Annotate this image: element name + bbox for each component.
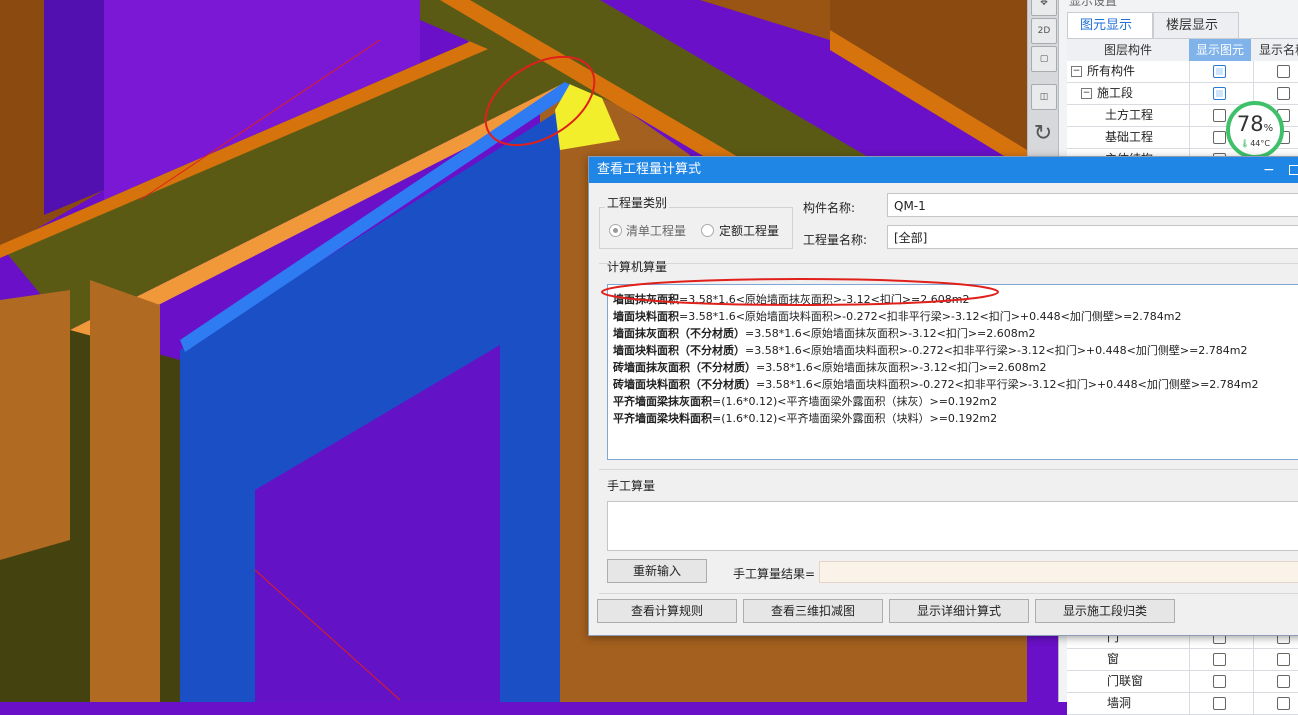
radio-quota-quantity[interactable] <box>701 224 714 237</box>
quantity-name-label: 工程量名称: <box>803 233 868 247</box>
cube-front-icon[interactable]: ▢ <box>1031 46 1057 72</box>
row-label: 所有构件 <box>1087 64 1136 78</box>
collapse-icon[interactable]: − <box>1071 66 1082 77</box>
table-row: 墙洞 <box>1067 693 1298 715</box>
panel-title: 显示设置 <box>1069 0 1118 8</box>
brown-post-mid <box>90 280 160 702</box>
manual-calc-label: 手工算量 <box>607 479 656 493</box>
show-name-checkbox[interactable] <box>1277 87 1290 100</box>
gauge-temperature: 🌡44°C <box>1240 139 1270 148</box>
computer-calc-label: 计算机算量 <box>607 260 668 274</box>
show-element-checkbox[interactable] <box>1213 653 1226 666</box>
col-show-name[interactable]: 显示名称 <box>1253 39 1298 61</box>
layer-table-header: 图层构件 显示图元 显示名称 <box>1067 39 1298 62</box>
row-label: 土方工程 <box>1105 108 1154 122</box>
table-row: − 所有构件 <box>1067 61 1298 83</box>
manual-result-field[interactable] <box>819 561 1298 583</box>
formula-line: 砖墙面块料面积（不分材质）=3.58*1.6<原始墙面块料面积>-0.272<扣… <box>613 378 1259 391</box>
radio-bill-quantity[interactable] <box>609 224 622 237</box>
minimize-icon[interactable]: − <box>1263 157 1279 183</box>
formula-line: 墙面抹灰面积（不分材质）=3.58*1.6<原始墙面抹灰面积>-3.12<扣门>… <box>613 327 1036 340</box>
formula-line: 平齐墙面梁抹灰面积=(1.6*0.12)<平齐墙面梁外露面积（抹灰）>=0.19… <box>613 395 998 408</box>
manual-calc-input[interactable] <box>607 501 1298 551</box>
dialog-title-bar: 查看工程量计算式 − <box>589 157 1298 183</box>
tab-element-display[interactable]: 图元显示 <box>1067 12 1153 41</box>
show-element-checkbox[interactable] <box>1213 131 1226 144</box>
show-name-checkbox[interactable] <box>1277 697 1290 710</box>
col-show-element[interactable]: 显示图元 <box>1189 39 1251 61</box>
formula-line: 墙面块料面积=3.58*1.6<原始墙面块料面积>-0.272<扣非平行梁>-3… <box>613 310 1182 323</box>
rotate-icon[interactable]: ↻ <box>1031 122 1055 146</box>
quantity-type-label: 工程量类别 <box>605 194 670 211</box>
show-name-checkbox[interactable] <box>1277 675 1290 688</box>
dialog-title: 查看工程量计算式 <box>597 162 702 177</box>
row-label: 窗 <box>1107 652 1120 666</box>
show-element-checkbox[interactable] <box>1213 65 1226 78</box>
view-rules-button[interactable]: 查看计算规则 <box>597 599 737 623</box>
cube-iso-icon[interactable]: ◫ <box>1031 84 1057 110</box>
view-toolbar: ✥ 2D ▢ ◫ ↻ <box>1027 0 1059 160</box>
row-label: 墙洞 <box>1107 696 1132 710</box>
show-element-checkbox[interactable] <box>1213 675 1226 688</box>
collapse-icon[interactable]: − <box>1081 88 1092 99</box>
reenter-button[interactable]: 重新输入 <box>607 559 707 583</box>
formula-line: 墙面块料面积（不分材质）=3.58*1.6<原始墙面块料面积>-0.272<扣非… <box>613 344 1248 357</box>
show-element-checkbox[interactable] <box>1213 109 1226 122</box>
radio-bill-label: 清单工程量 <box>626 224 687 238</box>
component-name-field[interactable]: QM-1 <box>887 193 1298 217</box>
layer-table: 图层构件 显示图元 显示名称 − 所有构件 − 施工段 土方工程 <box>1067 38 1298 715</box>
thermometer-icon: 🌡 <box>1240 139 1251 148</box>
row-label: 基础工程 <box>1105 130 1154 144</box>
show-segment-button[interactable]: 显示施工段归类 <box>1035 599 1175 623</box>
radio-quota-label: 定额工程量 <box>719 224 780 238</box>
show-element-checkbox[interactable] <box>1213 697 1226 710</box>
view-2d-label: 2D <box>1037 26 1051 36</box>
dark-purple-strip <box>44 0 104 215</box>
quantity-name-select[interactable]: [全部] <box>887 225 1298 249</box>
quantity-formula-dialog: 查看工程量计算式 − 工程量类别 清单工程量 定额工程量 构件名称: QM-1 … <box>588 156 1298 636</box>
manual-result-label: 手工算量结果= <box>733 567 816 581</box>
formula-line: 平齐墙面梁块料面积=(1.6*0.12)<平齐墙面梁外露面积（块料）>=0.19… <box>613 412 998 425</box>
show-element-checkbox[interactable] <box>1213 87 1226 100</box>
performance-gauge[interactable]: 78% 🌡44°C <box>1226 101 1284 159</box>
show-name-checkbox[interactable] <box>1277 653 1290 666</box>
view-3d-deduction-button[interactable]: 查看三维扣减图 <box>743 599 883 623</box>
table-row: 窗 <box>1067 649 1298 671</box>
table-row: 门联窗 <box>1067 671 1298 693</box>
component-name-label: 构件名称: <box>803 201 856 215</box>
gauge-percent: 78% <box>1236 112 1274 136</box>
maximize-icon[interactable] <box>1289 165 1298 175</box>
formula-line: 砖墙面抹灰面积（不分材质）=3.58*1.6<原始墙面抹灰面积>-3.12<扣门… <box>613 361 1047 374</box>
show-name-checkbox[interactable] <box>1277 65 1290 78</box>
view-2d-icon[interactable]: 2D <box>1031 18 1057 44</box>
col-layer-component: 图层构件 <box>1103 43 1152 57</box>
formula-line: 墙面抹灰面积=3.58*1.6<原始墙面抹灰面积>-3.12<扣门>=2.608… <box>613 293 970 306</box>
formula-textarea[interactable]: 墙面抹灰面积=3.58*1.6<原始墙面抹灰面积>-3.12<扣门>=2.608… <box>607 284 1298 460</box>
pan-icon[interactable]: ✥ <box>1031 0 1057 16</box>
left-brown-post <box>0 290 70 560</box>
show-detail-formula-button[interactable]: 显示详细计算式 <box>889 599 1029 623</box>
tab-floor-display[interactable]: 楼层显示 <box>1153 12 1239 40</box>
row-label: 门联窗 <box>1107 674 1144 688</box>
row-label: 施工段 <box>1097 86 1134 100</box>
